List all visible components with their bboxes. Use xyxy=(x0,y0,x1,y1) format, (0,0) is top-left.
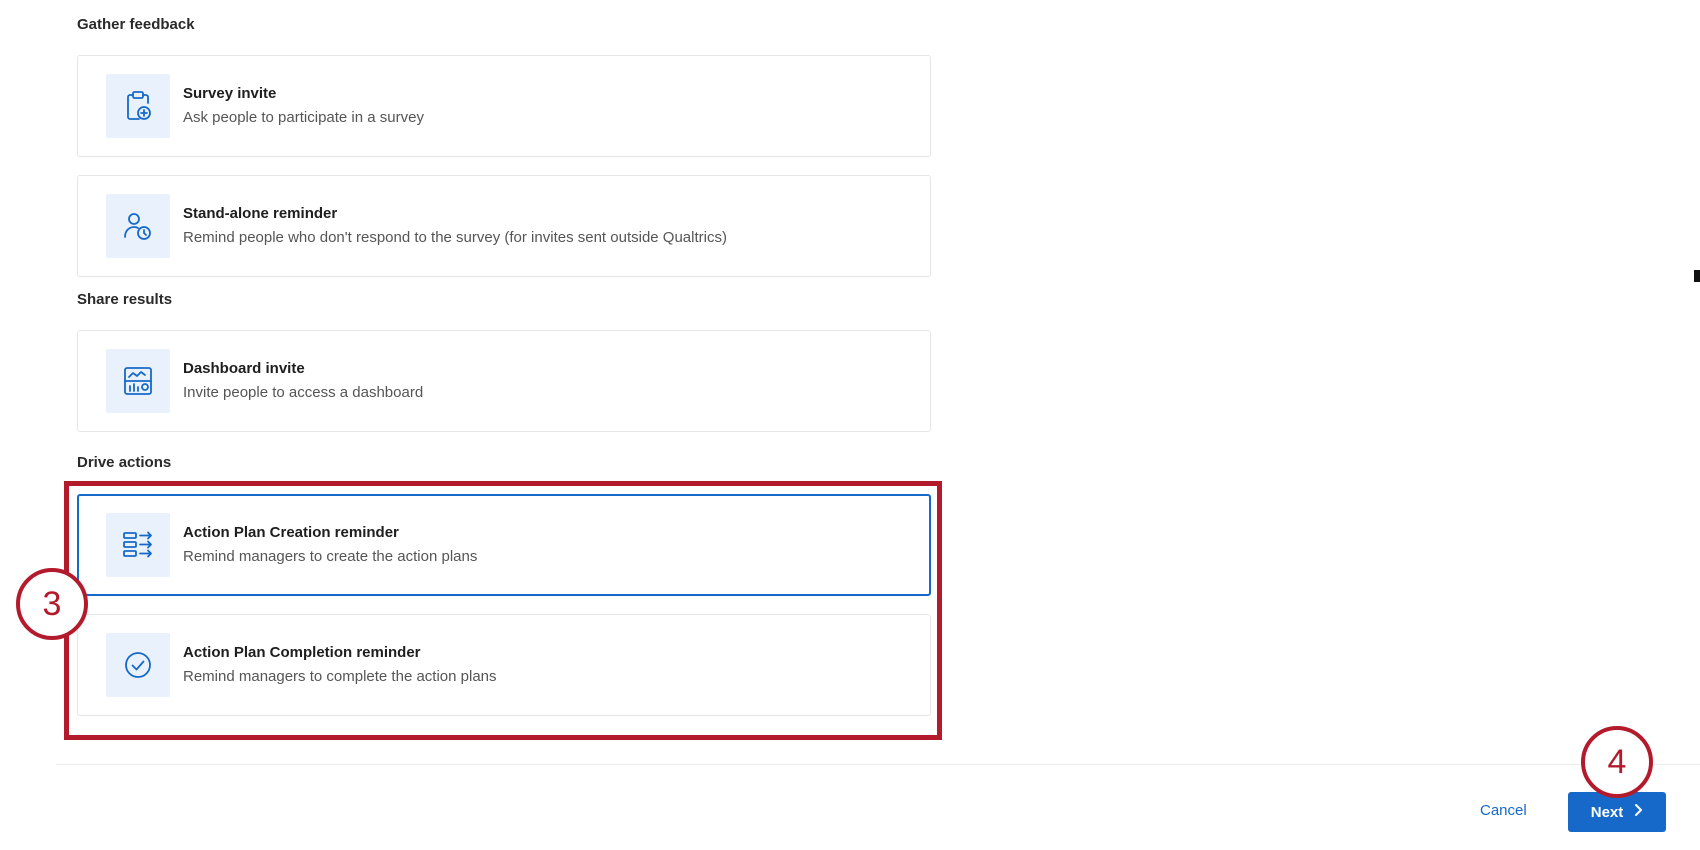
section-heading-drive-actions: Drive actions xyxy=(77,454,172,471)
distribution-type-page: Gather feedback Survey invite Ask people… xyxy=(0,0,1700,850)
section-heading-gather-feedback: Gather feedback xyxy=(77,16,195,33)
mouse-cursor-icon xyxy=(1694,270,1700,282)
card-dashboard-invite[interactable]: Dashboard invite Invite people to access… xyxy=(77,330,931,432)
next-button[interactable]: Next xyxy=(1568,792,1666,832)
annotation-step-3: 3 xyxy=(16,568,88,640)
next-button-label: Next xyxy=(1590,803,1624,821)
card-survey-invite[interactable]: Survey invite Ask people to participate … xyxy=(77,55,931,157)
person-clock-icon xyxy=(106,194,170,258)
card-description: Ask people to participate in a survey xyxy=(183,109,424,126)
card-standalone-reminder[interactable]: Stand-alone reminder Remind people who d… xyxy=(77,175,931,277)
card-title: Survey invite xyxy=(183,85,277,102)
annotation-step-4: 4 xyxy=(1581,726,1653,798)
footer-divider xyxy=(56,764,1700,765)
card-description: Remind people who don't respond to the s… xyxy=(183,229,727,246)
chevron-right-icon xyxy=(1633,803,1643,821)
annotation-highlight-box xyxy=(64,481,942,740)
dashboard-icon xyxy=(106,349,170,413)
card-title: Dashboard invite xyxy=(183,360,305,377)
clipboard-plus-icon xyxy=(106,74,170,138)
card-description: Invite people to access a dashboard xyxy=(183,384,424,401)
section-heading-share-results: Share results xyxy=(77,291,173,308)
cancel-button[interactable]: Cancel xyxy=(1480,802,1527,819)
card-title: Stand-alone reminder xyxy=(183,205,338,222)
